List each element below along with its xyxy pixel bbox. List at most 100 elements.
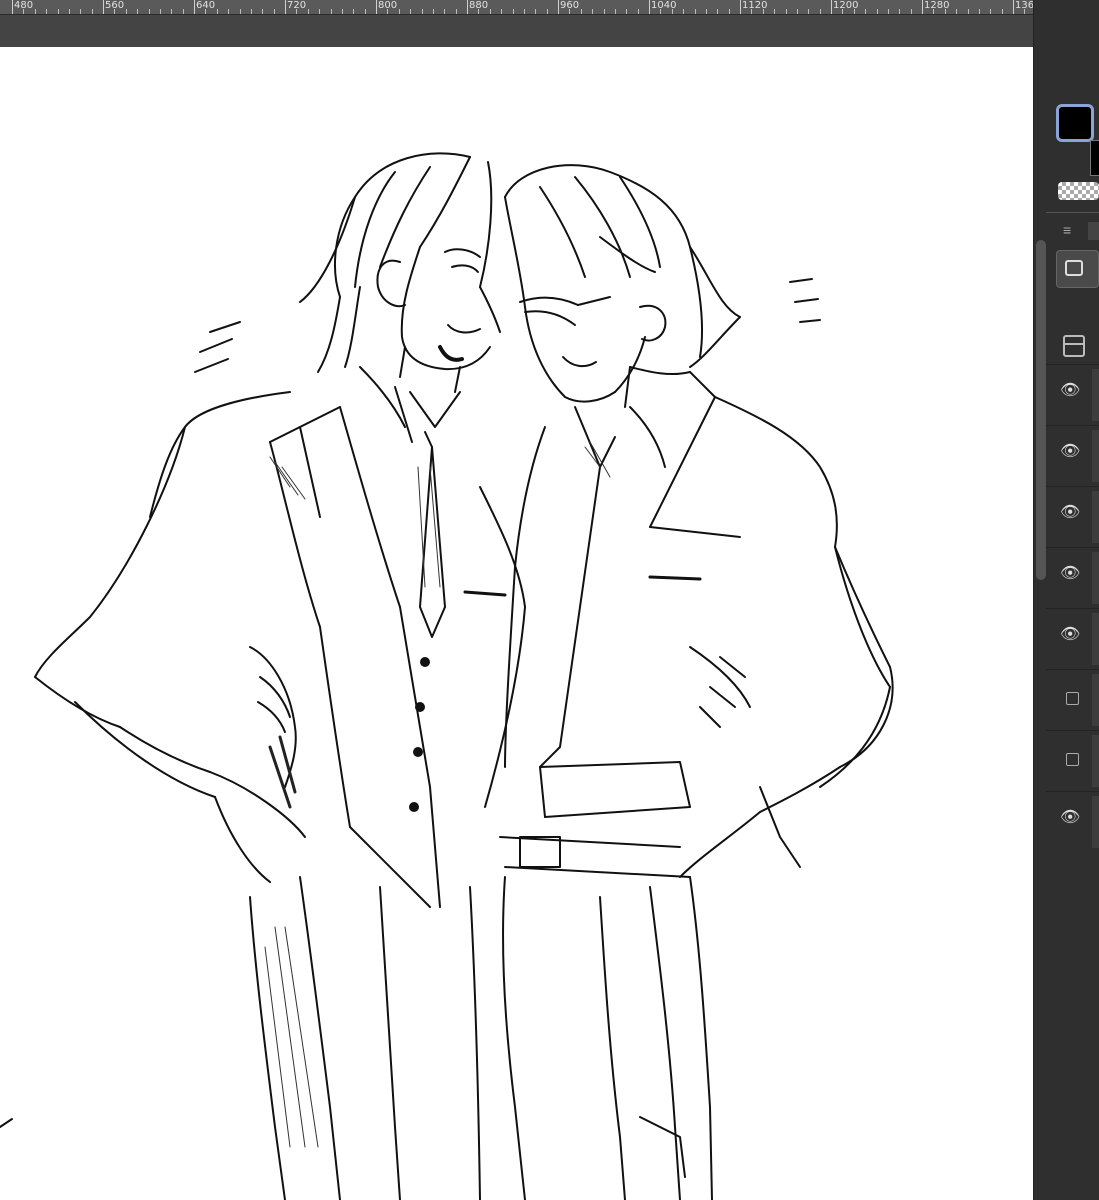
ruler-minor-tick	[228, 9, 230, 14]
ruler-minor-tick	[205, 9, 207, 14]
eye-icon[interactable]: 👁	[1060, 810, 1080, 826]
rectangle-select-icon	[1065, 260, 1083, 276]
ruler-minor-tick	[603, 9, 605, 14]
layer-thumbnail	[1092, 369, 1099, 421]
horizontal-ruler: 480 560 640 720 800 880 960 1040 1120 1200 1280 136	[0, 0, 1033, 15]
ruler-minor-tick	[364, 9, 366, 14]
ruler-minor-tick	[307, 9, 309, 14]
ruler-minor-tick	[478, 9, 480, 14]
ruler-minor-tick	[114, 9, 116, 14]
ruler-minor-tick	[876, 9, 878, 14]
layer-thumbnail	[1092, 430, 1099, 482]
layer-row[interactable]: 👁	[1046, 547, 1099, 608]
panel-tab[interactable]	[1088, 222, 1099, 240]
visibility-checkbox[interactable]	[1066, 753, 1079, 766]
ruler-minor-tick	[319, 9, 321, 14]
ruler-minor-tick	[626, 9, 628, 14]
ruler-minor-tick	[512, 9, 514, 14]
ruler-minor-tick	[57, 9, 59, 14]
canvas-area[interactable]	[0, 47, 1033, 1200]
visibility-checkbox[interactable]	[1066, 692, 1079, 705]
transparent-color-swatch[interactable]	[1058, 182, 1099, 200]
ruler-minor-tick	[580, 9, 582, 14]
ruler-minor-tick	[523, 9, 525, 14]
ruler-minor-tick	[296, 9, 298, 14]
ruler-minor-tick	[796, 9, 798, 14]
ruler-minor-tick	[80, 9, 82, 14]
ruler-minor-tick	[956, 9, 958, 14]
ruler-minor-tick	[125, 9, 127, 14]
hamburger-icon[interactable]: ≡	[1063, 222, 1071, 238]
ruler-minor-tick	[899, 9, 901, 14]
ruler-minor-tick	[330, 9, 332, 14]
ruler-minor-tick	[910, 9, 912, 14]
ruler-minor-tick	[46, 9, 48, 14]
ruler-minor-tick	[455, 9, 457, 14]
ruler-minor-tick	[341, 9, 343, 14]
eye-icon[interactable]: 👁	[1060, 505, 1080, 521]
panel-scrollbar[interactable]	[1036, 240, 1046, 580]
drawing-canvas[interactable]	[0, 47, 1033, 1200]
ruler-minor-tick	[535, 9, 537, 14]
ruler-minor-tick	[410, 9, 412, 14]
ruler-minor-tick	[592, 9, 594, 14]
layer-thumbnail	[1092, 613, 1099, 665]
ruler-minor-tick	[808, 9, 810, 14]
layer-row[interactable]: 👁	[1046, 364, 1099, 425]
ruler-minor-tick	[239, 9, 241, 14]
ruler-minor-tick	[171, 9, 173, 14]
panel-divider	[1046, 212, 1099, 213]
ruler-minor-tick	[353, 9, 355, 14]
layer-thumbnail	[1092, 674, 1099, 726]
ruler-minor-tick	[262, 9, 264, 14]
canvas-header-strip	[0, 15, 1033, 47]
layer-thumbnail	[1092, 491, 1099, 543]
ruler-minor-tick	[159, 9, 161, 14]
eye-icon[interactable]: 👁	[1060, 444, 1080, 460]
ruler-minor-tick	[387, 9, 389, 14]
ruler-minor-tick	[853, 9, 855, 14]
ruler-minor-tick	[660, 9, 662, 14]
ruler-minor-tick	[1024, 9, 1026, 14]
ruler-minor-tick	[671, 9, 673, 14]
ruler-minor-tick	[432, 9, 434, 14]
ruler-minor-tick	[148, 9, 150, 14]
eye-icon[interactable]: 👁	[1060, 383, 1080, 399]
main-color-swatch[interactable]	[1056, 104, 1094, 142]
eye-icon[interactable]: 👁	[1060, 566, 1080, 582]
ruler-minor-tick	[182, 9, 184, 14]
ruler-minor-tick	[774, 9, 776, 14]
ruler-minor-tick	[489, 9, 491, 14]
ruler-minor-tick	[717, 9, 719, 14]
ruler-minor-tick	[34, 9, 36, 14]
ruler-minor-tick	[842, 9, 844, 14]
layer-thumbnail	[1092, 796, 1099, 848]
ruler-minor-tick	[421, 9, 423, 14]
layer-property-icon[interactable]	[1063, 335, 1085, 357]
ruler-label: 136	[1015, 0, 1033, 11]
rectangle-select-button[interactable]	[1056, 250, 1099, 288]
layer-row[interactable]	[1046, 730, 1099, 791]
ruler-minor-tick	[546, 9, 548, 14]
ruler-minor-tick	[569, 9, 571, 14]
ruler-minor-tick	[694, 9, 696, 14]
ruler-minor-tick	[865, 9, 867, 14]
ruler-minor-tick	[967, 9, 969, 14]
layer-row[interactable]: 👁	[1046, 486, 1099, 547]
layer-row[interactable]	[1046, 669, 1099, 730]
ruler-minor-tick	[978, 9, 980, 14]
layer-row[interactable]: 👁	[1046, 608, 1099, 669]
layer-row[interactable]: 👁	[1046, 425, 1099, 486]
eye-icon[interactable]: 👁	[1060, 627, 1080, 643]
ruler-minor-tick	[819, 9, 821, 14]
ruler-minor-tick	[683, 9, 685, 14]
ruler-minor-tick	[728, 9, 730, 14]
sub-color-swatch[interactable]	[1090, 140, 1099, 176]
layer-row[interactable]: 👁	[1046, 791, 1099, 852]
ruler-minor-tick	[614, 9, 616, 14]
layer-thumbnail	[1092, 552, 1099, 604]
ruler-minor-tick	[751, 9, 753, 14]
sketch-artwork	[0, 152, 894, 1200]
ruler-minor-tick	[887, 9, 889, 14]
ruler-minor-tick	[990, 9, 992, 14]
